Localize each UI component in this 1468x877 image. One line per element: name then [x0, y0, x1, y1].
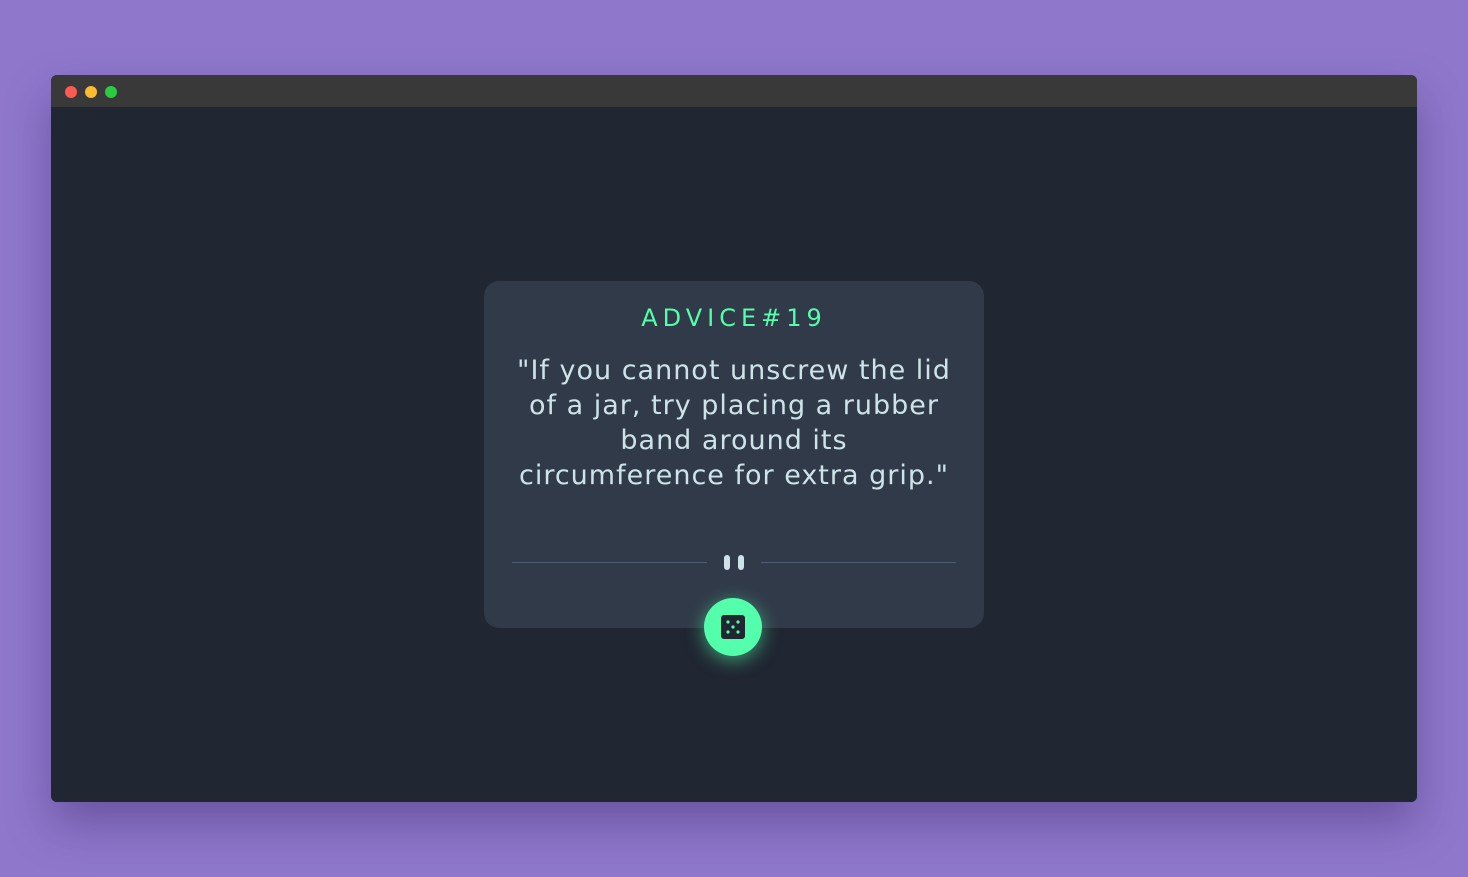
browser-window: ADVICE#19 "If you cannot unscrew the lid…: [51, 75, 1417, 802]
dice-icon: [721, 615, 745, 639]
advice-card: ADVICE#19 "If you cannot unscrew the lid…: [484, 281, 984, 628]
divider-line-right: [761, 562, 956, 563]
page-content: ADVICE#19 "If you cannot unscrew the lid…: [51, 107, 1417, 802]
advice-quote: "If you cannot unscrew the lid of a jar,…: [517, 355, 951, 491]
close-window-button[interactable]: [65, 86, 77, 98]
pause-icon: [723, 555, 745, 570]
maximize-window-button[interactable]: [105, 86, 117, 98]
divider-line-left: [512, 562, 707, 563]
new-advice-button[interactable]: [704, 598, 762, 656]
minimize-window-button[interactable]: [85, 86, 97, 98]
window-titlebar: [51, 75, 1417, 107]
advice-id: ADVICE#19: [641, 304, 827, 332]
